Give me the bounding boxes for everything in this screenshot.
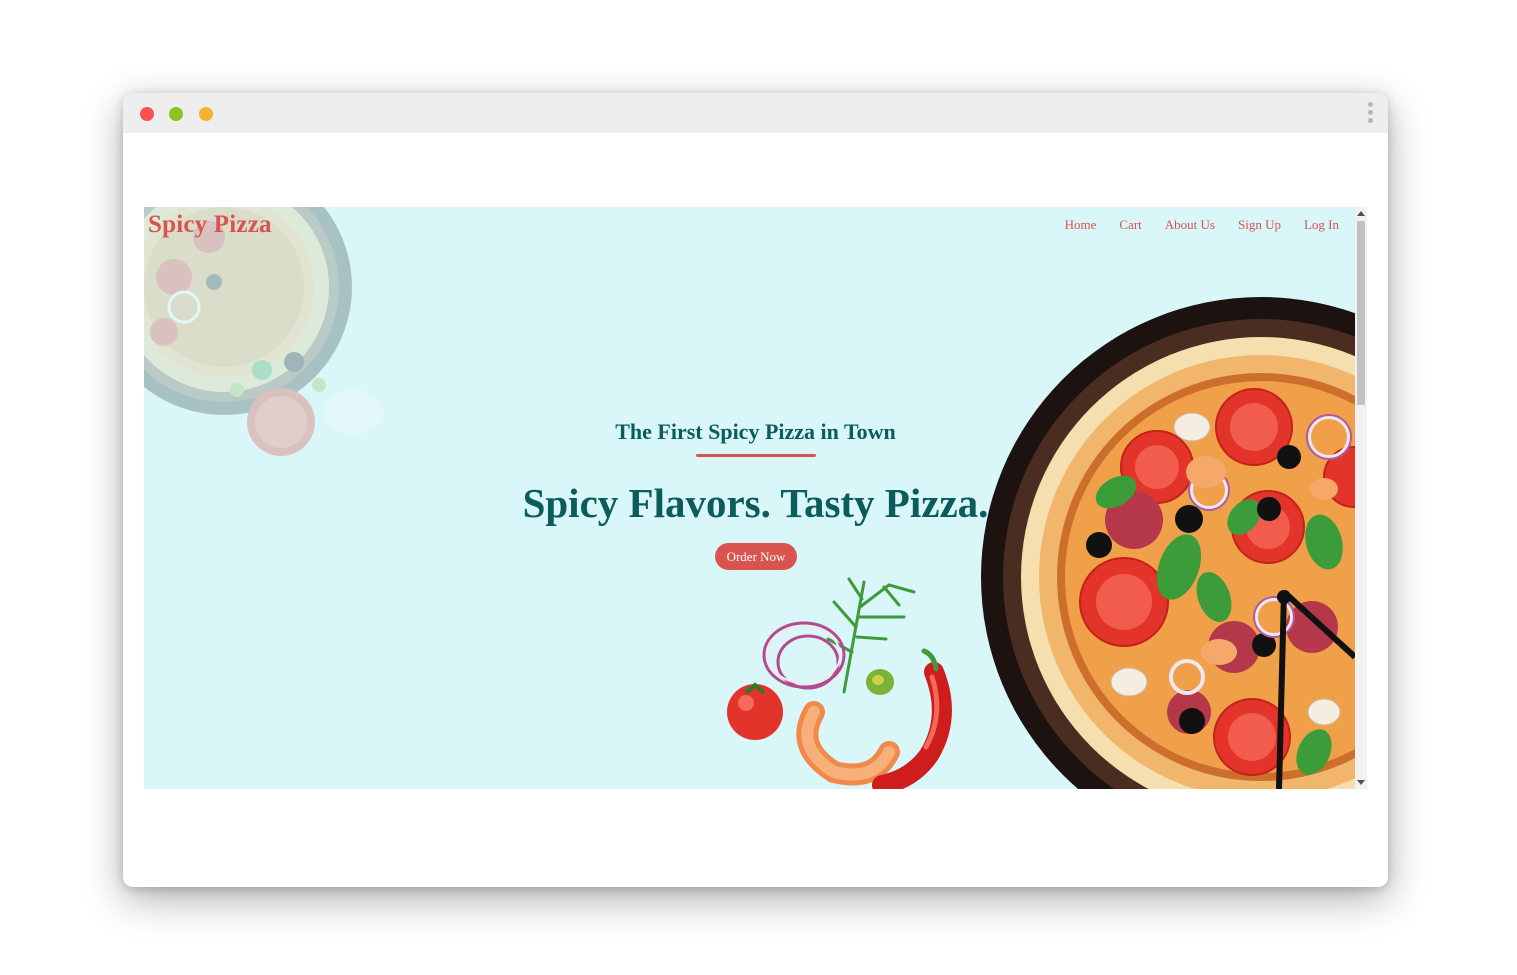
- more-vertical-icon[interactable]: [1368, 102, 1374, 126]
- page-viewport: Spicy Pizza Home Cart About Us Sign Up L…: [144, 207, 1367, 789]
- nav-link-cart[interactable]: Cart: [1119, 217, 1141, 233]
- nav-link-sign-up[interactable]: Sign Up: [1238, 217, 1281, 233]
- subtitle-underline: [696, 454, 816, 457]
- vertical-scrollbar[interactable]: [1355, 207, 1367, 789]
- scrollbar-thumb[interactable]: [1357, 221, 1365, 405]
- scroll-up-arrow-icon[interactable]: [1357, 211, 1365, 216]
- minimize-dot[interactable]: [169, 107, 183, 121]
- hero-subtitle: The First Spicy Pizza in Town: [615, 419, 896, 444]
- nav-link-home[interactable]: Home: [1065, 217, 1097, 233]
- brand-logo[interactable]: Spicy Pizza: [148, 211, 272, 239]
- scroll-down-arrow-icon[interactable]: [1357, 780, 1365, 785]
- title-bar: [123, 93, 1388, 133]
- hero-section: Spicy Pizza Home Cart About Us Sign Up L…: [144, 207, 1355, 789]
- maximize-dot[interactable]: [199, 107, 213, 121]
- order-now-button[interactable]: Order Now: [715, 543, 797, 570]
- nav-link-about-us[interactable]: About Us: [1165, 217, 1215, 233]
- nav-link-log-in[interactable]: Log In: [1304, 217, 1339, 233]
- browser-window: Spicy Pizza Home Cart About Us Sign Up L…: [123, 93, 1388, 887]
- close-dot[interactable]: [140, 107, 154, 121]
- main-nav: Home Cart About Us Sign Up Log In: [1065, 217, 1339, 233]
- hero-headline: Spicy Flavors. Tasty Pizza.: [522, 480, 989, 526]
